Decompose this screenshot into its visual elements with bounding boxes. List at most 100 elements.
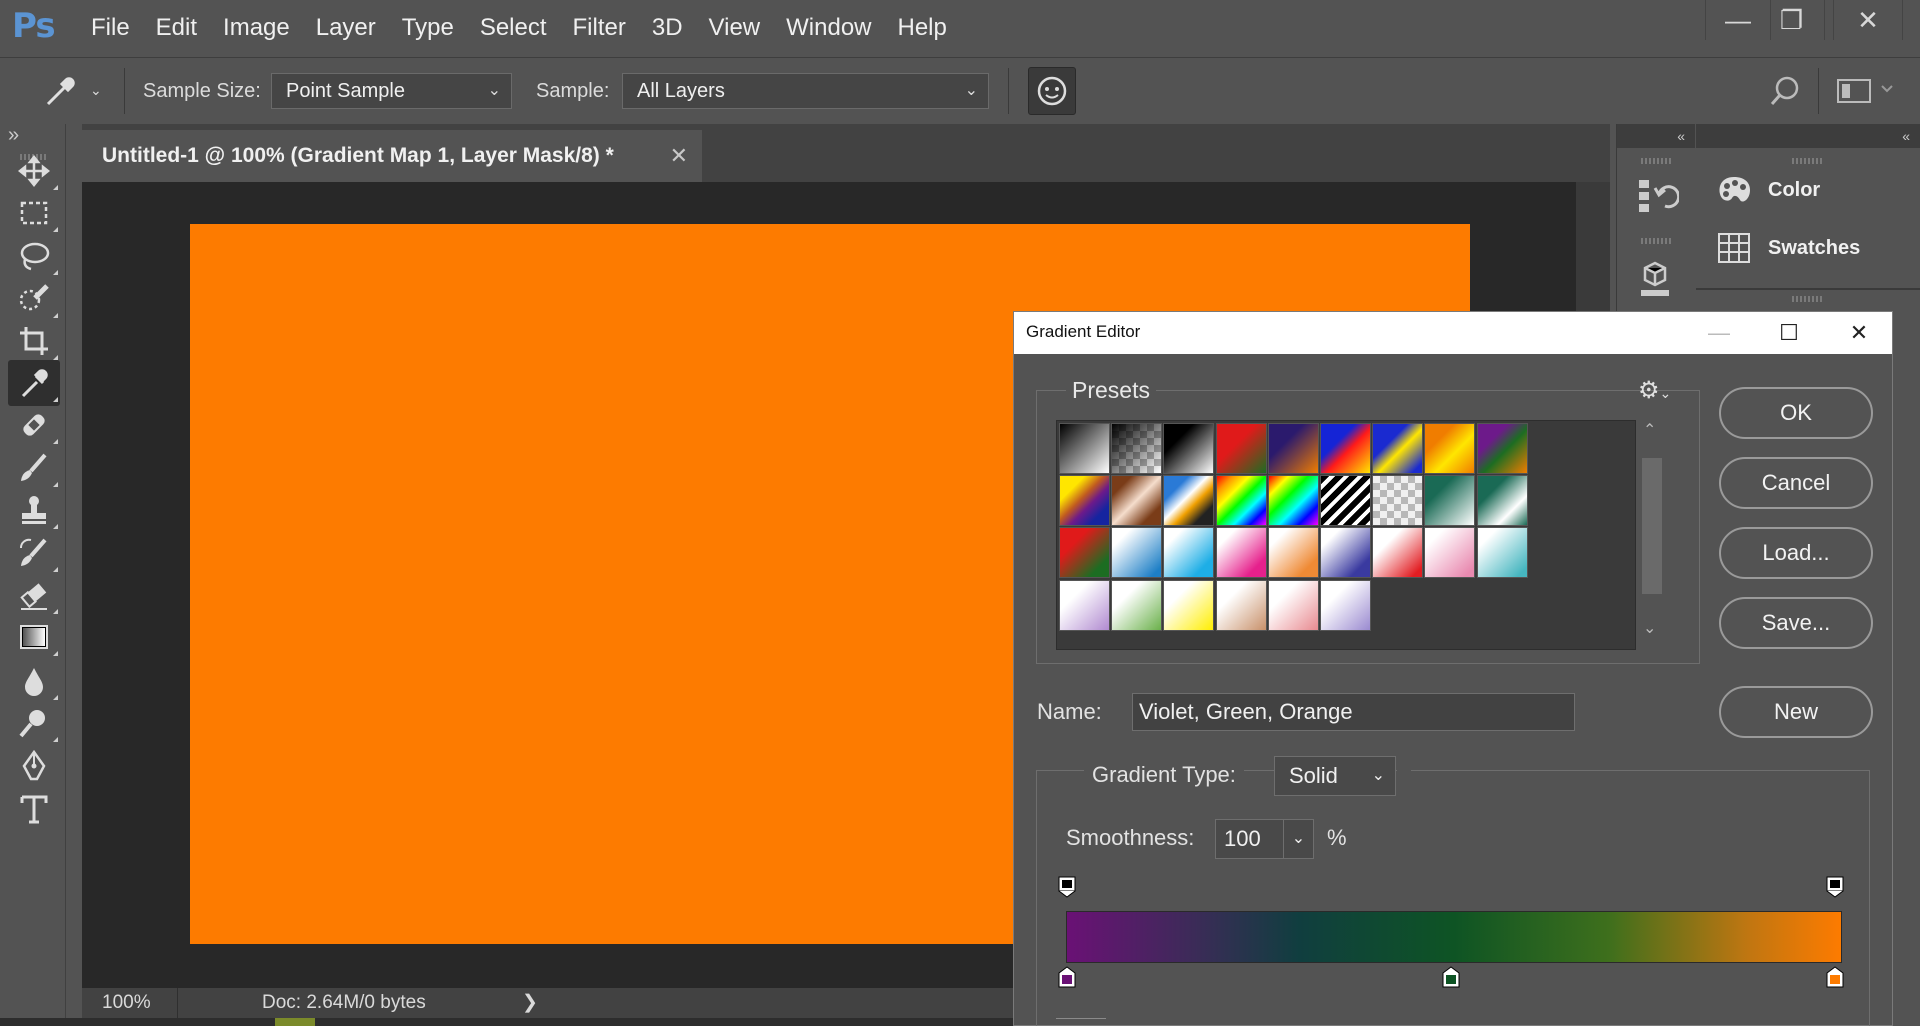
blur-tool[interactable]: [8, 658, 60, 704]
healing-brush-tool[interactable]: [8, 402, 60, 448]
move-tool[interactable]: [8, 148, 60, 194]
gradient-preset-swatch[interactable]: [1424, 475, 1476, 527]
gradient-preset-swatch[interactable]: [1476, 423, 1528, 474]
gradient-preset-swatch[interactable]: [1059, 527, 1110, 579]
menu-filter[interactable]: Filter: [560, 0, 639, 56]
gradient-preset-swatch[interactable]: [1111, 527, 1163, 579]
menu-file[interactable]: File: [78, 0, 143, 56]
sampling-ring-button[interactable]: [1028, 67, 1076, 115]
gear-icon[interactable]: ⚙⌄: [1638, 376, 1671, 405]
close-icon[interactable]: ✕: [670, 130, 688, 182]
opacity-stop-right[interactable]: [1826, 876, 1844, 898]
gradient-preset-swatch[interactable]: [1163, 527, 1215, 579]
chevron-down-icon[interactable]: ⌄: [1643, 618, 1656, 638]
clone-stamp-tool[interactable]: [8, 487, 60, 533]
gradient-tool[interactable]: [8, 614, 60, 660]
eyedropper-tool-preset-icon[interactable]: ⌄: [40, 72, 110, 112]
menu-image[interactable]: Image: [210, 0, 303, 56]
menu-select[interactable]: Select: [467, 0, 560, 56]
gradient-preset-swatch[interactable]: [1320, 527, 1371, 579]
collapse-dock-button[interactable]: «: [1617, 124, 1695, 148]
gradient-preset-swatch[interactable]: [1111, 579, 1163, 631]
gradient-preset-swatch[interactable]: [1372, 475, 1424, 527]
document-tab[interactable]: Untitled-1 @ 100% (Gradient Map 1, Layer…: [82, 130, 702, 182]
3d-panel-icon[interactable]: [1635, 258, 1679, 302]
name-input[interactable]: Violet, Green, Orange: [1132, 693, 1575, 731]
dialog-minimize-button[interactable]: —: [1694, 316, 1744, 350]
scrollbar-thumb[interactable]: [1642, 458, 1662, 594]
gradient-preset-swatch[interactable]: [1111, 423, 1163, 474]
gradient-preset-swatch[interactable]: [1267, 579, 1319, 631]
gradient-preset-swatch[interactable]: [1267, 527, 1319, 579]
search-icon[interactable]: [1768, 74, 1802, 108]
marquee-tool[interactable]: [8, 190, 60, 236]
lasso-tool[interactable]: [8, 233, 60, 279]
window-close-button[interactable]: ✕: [1833, 0, 1903, 40]
gradient-preset-swatch[interactable]: [1215, 579, 1267, 631]
color-panel-tab[interactable]: Color: [1716, 174, 1820, 206]
quick-selection-tool[interactable]: [8, 276, 60, 322]
gradient-preset-swatch[interactable]: [1111, 475, 1163, 527]
menu-view[interactable]: View: [696, 0, 774, 56]
status-menu-arrow[interactable]: ❯: [522, 988, 538, 1018]
dodge-tool[interactable]: [8, 700, 60, 746]
gradient-preset-swatch[interactable]: [1424, 423, 1476, 474]
load-button[interactable]: Load...: [1719, 527, 1873, 579]
gradient-preset-swatch[interactable]: [1320, 579, 1371, 631]
gradient-preview-bar[interactable]: [1066, 911, 1842, 963]
menu-window[interactable]: Window: [773, 0, 884, 56]
cancel-button[interactable]: Cancel: [1719, 457, 1873, 509]
dialog-maximize-button[interactable]: ☐: [1764, 316, 1814, 350]
menu-type[interactable]: Type: [389, 0, 467, 56]
eraser-tool[interactable]: [8, 572, 60, 618]
sample-select[interactable]: All Layers ⌄: [622, 73, 989, 109]
workspace-switcher-icon[interactable]: [1836, 76, 1896, 108]
ok-button[interactable]: OK: [1719, 387, 1873, 439]
menu-3d[interactable]: 3D: [639, 0, 696, 56]
gradient-preset-swatch[interactable]: [1215, 475, 1267, 527]
gradient-preset-swatch[interactable]: [1059, 579, 1110, 631]
brush-tool[interactable]: [8, 445, 60, 491]
new-button[interactable]: New: [1719, 686, 1873, 738]
gradient-preset-swatch[interactable]: [1267, 475, 1319, 527]
gradient-preset-swatch[interactable]: [1215, 423, 1267, 474]
smoothness-input[interactable]: 100 ⌄: [1215, 819, 1314, 859]
gradient-preset-swatch[interactable]: [1059, 475, 1110, 527]
gradient-preset-swatch[interactable]: [1163, 579, 1215, 631]
window-restore-button[interactable]: ❐: [1759, 0, 1825, 40]
sample-size-select[interactable]: Point Sample ⌄: [271, 73, 512, 109]
opacity-stop-left[interactable]: [1058, 876, 1076, 898]
gradient-preset-swatch[interactable]: [1267, 423, 1319, 474]
eyedropper-tool[interactable]: [8, 360, 60, 406]
chevron-down-icon[interactable]: ⌄: [1283, 820, 1313, 858]
menu-edit[interactable]: Edit: [143, 0, 210, 56]
gradient-preset-swatch[interactable]: [1476, 527, 1528, 579]
dialog-close-button[interactable]: ✕: [1834, 316, 1884, 350]
history-panel-icon[interactable]: [1635, 174, 1681, 218]
gradient-preset-swatch[interactable]: [1163, 423, 1215, 474]
gradient-preset-swatch[interactable]: [1163, 475, 1215, 527]
gradient-preset-swatch[interactable]: [1059, 423, 1110, 474]
history-brush-tool[interactable]: [8, 530, 60, 576]
collapse-panel-button[interactable]: «: [1696, 124, 1920, 148]
chevron-up-icon[interactable]: ⌃: [1643, 420, 1656, 440]
color-stop[interactable]: [1442, 966, 1460, 988]
gradient-type-select[interactable]: Solid ⌄: [1274, 756, 1396, 796]
menu-help[interactable]: Help: [885, 0, 960, 56]
presets-scrollbar[interactable]: ⌃ ⌄: [1639, 420, 1663, 650]
gradient-preset-swatch[interactable]: [1372, 527, 1424, 579]
expand-toolbar-button[interactable]: »: [8, 124, 19, 147]
menu-layer[interactable]: Layer: [303, 0, 389, 56]
pen-tool[interactable]: [8, 743, 60, 789]
color-stop[interactable]: [1058, 966, 1076, 988]
dialog-titlebar[interactable]: Gradient Editor — ☐ ✕: [1014, 312, 1892, 354]
swatches-panel-tab[interactable]: Swatches: [1716, 232, 1860, 264]
gradient-preset-swatch[interactable]: [1320, 423, 1371, 474]
gradient-preset-swatch[interactable]: [1372, 423, 1424, 474]
crop-tool[interactable]: [8, 318, 60, 364]
type-tool[interactable]: [8, 786, 60, 832]
gradient-preset-swatch[interactable]: [1476, 475, 1528, 527]
gradient-preset-swatch[interactable]: [1215, 527, 1267, 579]
gradient-preset-swatch[interactable]: [1320, 475, 1371, 527]
color-stop[interactable]: [1826, 966, 1844, 988]
